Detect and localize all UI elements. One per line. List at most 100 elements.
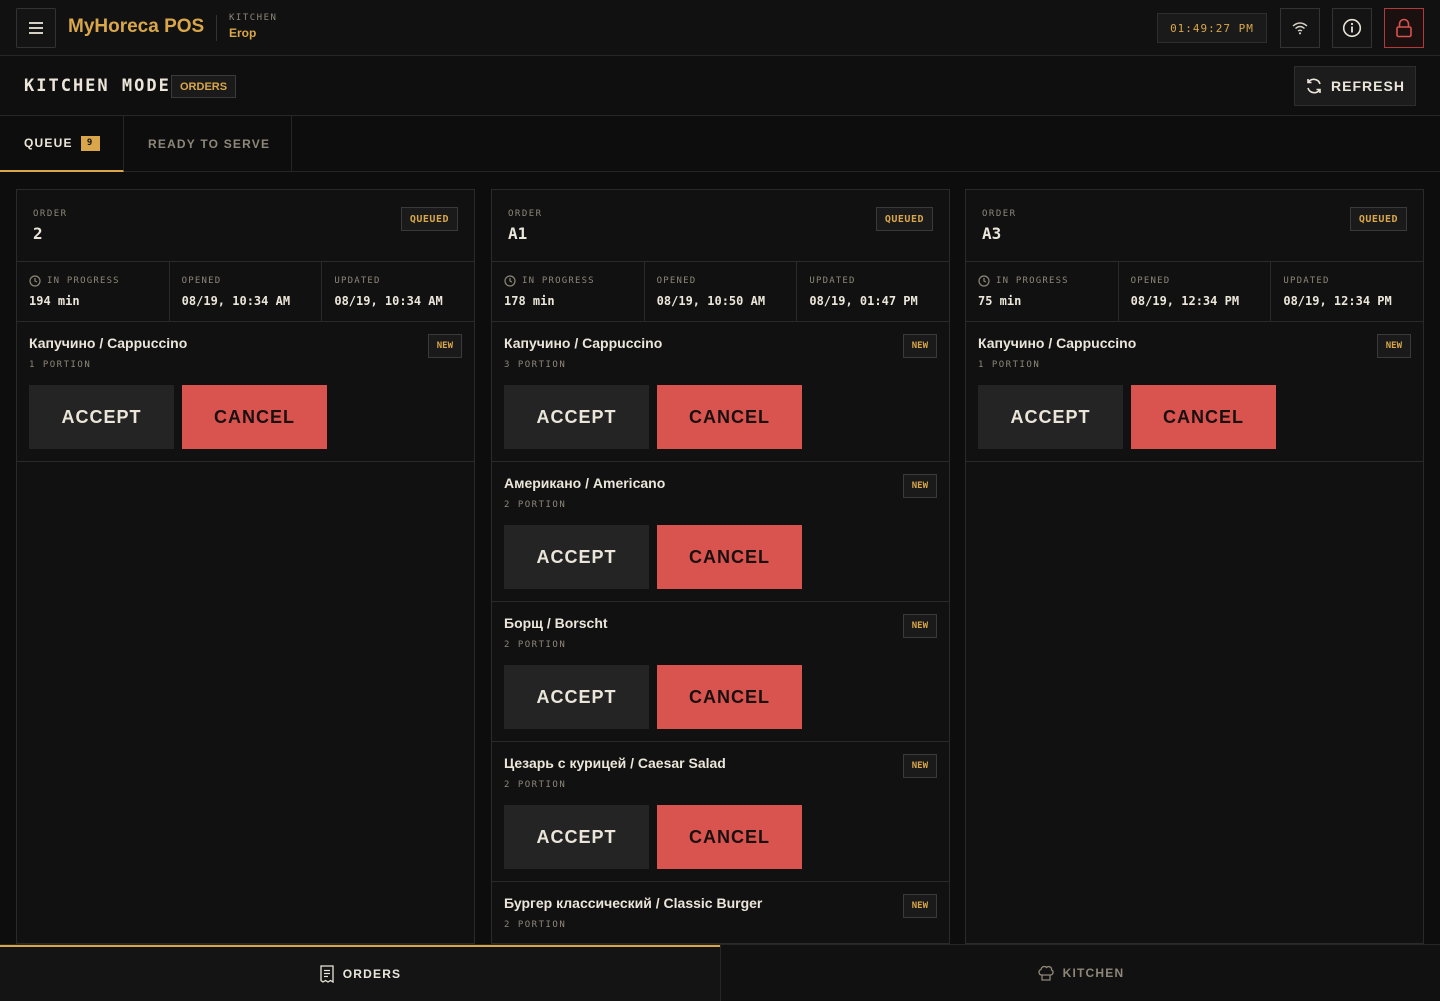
in-progress-label: IN PROGRESS xyxy=(47,276,120,286)
tab-queue-label: QUEUE xyxy=(24,136,73,150)
order-status-badge: QUEUED xyxy=(875,207,933,231)
accept-button[interactable]: ACCEPT xyxy=(29,385,174,449)
order-column: ORDER 2 QUEUED IN PROGRESS 194 min OPENE… xyxy=(16,189,475,944)
item-status-badge: NEW xyxy=(427,334,462,358)
chef-hat-icon xyxy=(1038,965,1054,981)
order-status-badge: QUEUED xyxy=(1349,207,1407,231)
tab-ready-to-serve[interactable]: READY TO SERVE xyxy=(124,116,292,172)
mode-badge: ORDERS xyxy=(171,75,237,98)
accept-button[interactable]: ACCEPT xyxy=(504,525,649,589)
item-status-badge: NEW xyxy=(902,754,937,778)
updated-label: UPDATED xyxy=(1283,276,1330,286)
stat-in-progress: IN PROGRESS 75 min xyxy=(966,262,1119,321)
stat-in-progress: IN PROGRESS 178 min xyxy=(492,262,645,321)
updated-value: 08/19, 01:47 PM xyxy=(809,294,918,308)
item-quantity: 2 PORTION xyxy=(504,500,567,510)
page-header: KITCHEN MODE ORDERS REFRESH xyxy=(0,56,1440,116)
stat-in-progress: IN PROGRESS 194 min xyxy=(17,262,170,321)
bottom-nav: ORDERS KITCHEN xyxy=(0,944,1440,1001)
accept-button[interactable]: ACCEPT xyxy=(504,805,649,869)
in-progress-label: IN PROGRESS xyxy=(522,276,595,286)
item-name: Бургер классический / Classic Burger xyxy=(504,895,763,911)
order-stats: IN PROGRESS 178 min OPENED 08/19, 10:50 … xyxy=(492,262,949,322)
cancel-button[interactable]: CANCEL xyxy=(657,385,802,449)
menu-button[interactable] xyxy=(16,8,56,48)
order-status-badge: QUEUED xyxy=(400,207,458,231)
nav-orders[interactable]: ORDERS xyxy=(0,945,720,1001)
in-progress-value: 75 min xyxy=(978,294,1022,308)
stat-opened: OPENED 08/19, 12:34 PM xyxy=(1119,262,1272,321)
updated-label: UPDATED xyxy=(334,276,381,286)
item-status-badge: NEW xyxy=(902,614,937,638)
accept-button[interactable]: ACCEPT xyxy=(504,665,649,729)
order-item: Капучино / Cappuccino 1 PORTION NEW ACCE… xyxy=(966,322,1423,462)
stat-updated: UPDATED 08/19, 10:34 AM xyxy=(322,262,474,321)
accept-button[interactable]: ACCEPT xyxy=(978,385,1123,449)
order-item: Капучино / Cappuccino 1 PORTION NEW ACCE… xyxy=(17,322,474,462)
context-info: KITCHEN Erop xyxy=(229,13,277,40)
stat-opened: OPENED 08/19, 10:50 AM xyxy=(645,262,798,321)
nav-kitchen[interactable]: KITCHEN xyxy=(720,945,1440,1001)
cancel-button[interactable]: CANCEL xyxy=(182,385,327,449)
order-item: Капучино / Cappuccino 3 PORTION NEW ACCE… xyxy=(492,322,949,462)
nav-kitchen-label: KITCHEN xyxy=(1062,966,1125,980)
page-title: KITCHEN MODE xyxy=(24,76,171,96)
updated-label: UPDATED xyxy=(809,276,856,286)
order-label: ORDER xyxy=(508,209,543,219)
tab-ready-label: READY TO SERVE xyxy=(148,137,271,151)
order-column: ORDER A1 QUEUED IN PROGRESS 178 min OPEN… xyxy=(491,189,950,944)
in-progress-label: IN PROGRESS xyxy=(996,276,1069,286)
context-label: KITCHEN xyxy=(229,13,278,23)
tab-queue[interactable]: QUEUE 9 xyxy=(0,116,124,172)
context-value: Erop xyxy=(229,26,257,40)
clock-icon xyxy=(29,275,41,287)
item-quantity: 2 PORTION xyxy=(504,920,567,930)
receipt-icon xyxy=(320,965,334,983)
item-status-badge: NEW xyxy=(902,474,937,498)
accept-button[interactable]: ACCEPT xyxy=(504,385,649,449)
lock-icon xyxy=(1396,18,1412,38)
item-quantity: 1 PORTION xyxy=(29,360,92,370)
updated-value: 08/19, 12:34 PM xyxy=(1283,294,1392,308)
item-name: Капучино / Cappuccino xyxy=(978,335,1137,351)
in-progress-value: 194 min xyxy=(29,294,80,308)
order-header: ORDER A1 QUEUED xyxy=(492,190,949,262)
clock: 01:49:27 PM xyxy=(1157,13,1267,43)
info-button[interactable] xyxy=(1332,8,1372,48)
cancel-button[interactable]: CANCEL xyxy=(1131,385,1276,449)
stat-opened: OPENED 08/19, 10:34 AM xyxy=(170,262,323,321)
updated-value: 08/19, 10:34 AM xyxy=(334,294,443,308)
stat-updated: UPDATED 08/19, 01:47 PM xyxy=(797,262,949,321)
opened-label: OPENED xyxy=(1130,276,1171,286)
item-name: Цезарь с курицей / Caesar Salad xyxy=(504,755,726,771)
order-item: Борщ / Borscht 2 PORTION NEW ACCEPT CANC… xyxy=(492,602,949,742)
item-quantity: 3 PORTION xyxy=(504,360,567,370)
order-item: Американо / Americano 2 PORTION NEW ACCE… xyxy=(492,462,949,602)
opened-value: 08/19, 12:34 PM xyxy=(1130,294,1240,308)
in-progress-value: 178 min xyxy=(504,294,555,308)
refresh-label: REFRESH xyxy=(1331,78,1405,94)
item-quantity: 1 PORTION xyxy=(978,360,1041,370)
hamburger-icon xyxy=(29,22,43,34)
item-status-badge: NEW xyxy=(902,334,937,358)
order-number: A3 xyxy=(982,224,1002,243)
item-quantity: 2 PORTION xyxy=(504,780,567,790)
wifi-button[interactable] xyxy=(1280,8,1320,48)
item-name: Американо / Americano xyxy=(504,475,666,491)
item-name: Капучино / Cappuccino xyxy=(504,335,663,351)
wifi-icon xyxy=(1292,22,1308,35)
opened-value: 08/19, 10:34 AM xyxy=(181,294,291,308)
tab-bar: QUEUE 9 READY TO SERVE xyxy=(0,116,1440,172)
cancel-button[interactable]: CANCEL xyxy=(657,665,802,729)
item-name: Капучино / Cappuccino xyxy=(29,335,188,351)
item-status-badge: NEW xyxy=(1376,334,1411,358)
refresh-button[interactable]: REFRESH xyxy=(1294,66,1416,106)
order-stats: IN PROGRESS 75 min OPENED 08/19, 12:34 P… xyxy=(966,262,1423,322)
cancel-button[interactable]: CANCEL xyxy=(657,525,802,589)
nav-orders-label: ORDERS xyxy=(342,967,402,981)
opened-value: 08/19, 10:50 AM xyxy=(656,294,766,308)
opened-label: OPENED xyxy=(181,276,222,286)
order-item: Цезарь с курицей / Caesar Salad 2 PORTIO… xyxy=(492,742,949,882)
lock-button[interactable] xyxy=(1384,8,1424,48)
cancel-button[interactable]: CANCEL xyxy=(657,805,802,869)
